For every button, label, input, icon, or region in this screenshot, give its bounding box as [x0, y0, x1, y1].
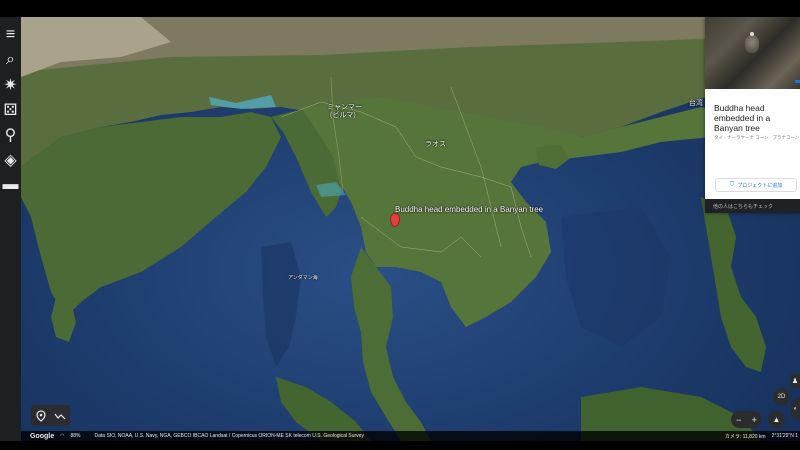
card-subtitle: タイ · ナーラヤーナ コーン · プラナコーン [714, 135, 800, 140]
google-logo: Google [30, 432, 55, 440]
zoom-in-button[interactable]: + [752, 415, 757, 425]
add-to-project-label: プロジェクトに追加 [737, 182, 783, 189]
loading-percent: 88% [70, 433, 81, 439]
search-icon[interactable]: ⌕ [2, 51, 19, 68]
toggle-2d-button[interactable]: 2D [773, 388, 790, 405]
attribution-text[interactable]: Data SIO, NOAA, U.S. Navy, NGA, GEBCO IB… [95, 433, 364, 439]
map-view[interactable]: ミャンマー (ビルマ) ラオス 台湾 アンダマン海 Buddha head em… [21, 17, 800, 441]
coordinates-readout: 2°31'29"N 1 [771, 433, 798, 439]
loading-spinner-icon: ◠ [60, 433, 65, 439]
see-also-link[interactable]: 他の人はこちらもチェック [705, 199, 800, 213]
layers-icon[interactable]: ◈ [2, 151, 19, 169]
projects-icon[interactable]: ⚲ [2, 126, 19, 144]
add-to-project-button[interactable]: ⛉ プロジェクトに追加 [715, 178, 797, 192]
window-bottom-bar [0, 441, 800, 450]
shield-icon: ⛉ [729, 181, 735, 188]
buddha-head-image [745, 35, 759, 53]
card-accent-bar [795, 80, 800, 83]
menu-icon[interactable]: ≡ [2, 26, 19, 43]
place-photo[interactable] [705, 17, 800, 89]
drawing-tools [31, 405, 70, 426]
map-label-taiwan: 台湾 [689, 100, 703, 107]
map-label-andaman-sea: アンダマン海 [288, 275, 318, 281]
map-terrain [21, 17, 800, 441]
card-title: Buddha head embedded in a Banyan tree [714, 103, 771, 133]
place-marker-label[interactable]: Buddha head embedded in a Banyan tree [395, 205, 543, 214]
globe-icon[interactable]: ◐ [791, 398, 800, 420]
sidebar: ≡ ⌕ ✷ ⚄ ⚲ ◈ ▬ [0, 17, 21, 450]
voyager-icon[interactable]: ✷ [2, 76, 19, 94]
pegman-icon[interactable]: ♟ [790, 374, 800, 388]
ruler-icon[interactable]: ▬ [2, 176, 19, 193]
camera-altitude: カメラ: 11,820 km [724, 433, 766, 440]
map-label-laos: ラオス [425, 141, 446, 148]
path-icon[interactable] [53, 409, 67, 423]
zoom-control: − + [731, 411, 762, 428]
placemark-icon[interactable] [34, 409, 48, 423]
compass-icon[interactable]: ▲ [768, 411, 785, 428]
window-top-bar [0, 0, 800, 17]
dice-icon[interactable]: ⚄ [2, 101, 19, 119]
zoom-out-button[interactable]: − [736, 415, 741, 425]
knowledge-card: Buddha head embedded in a Banyan tree タイ… [705, 17, 800, 213]
map-label-myanmar-sub: (ビルマ) [330, 112, 356, 119]
photo-indicator-icon [750, 32, 754, 36]
status-bar: Google ◠ 88% Data SIO, NOAA, U.S. Navy, … [21, 431, 800, 441]
